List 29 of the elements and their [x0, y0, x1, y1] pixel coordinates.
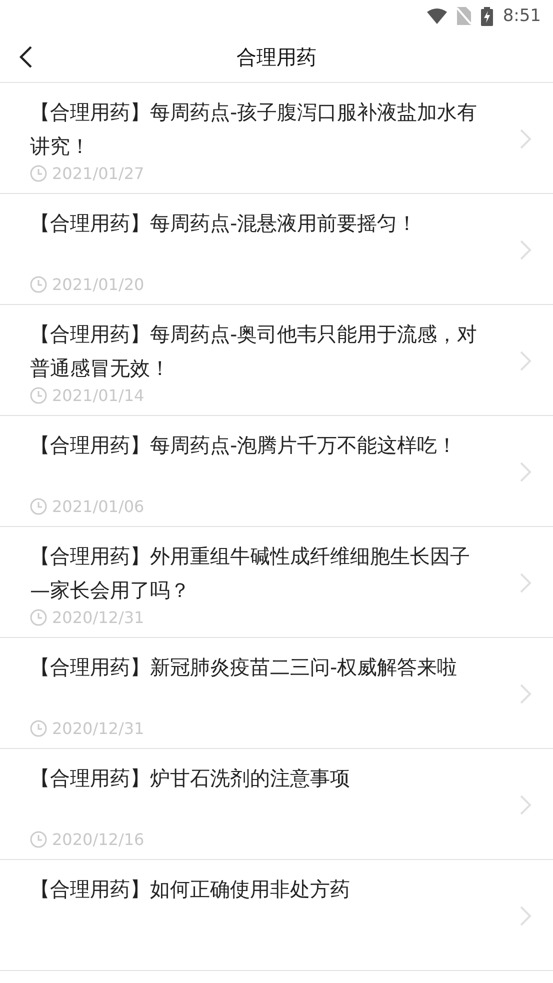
- no-sim-icon: [456, 7, 471, 25]
- clock-icon: [30, 720, 47, 737]
- page-title: 合理用药: [236, 44, 316, 70]
- article-title: 【合理用药】炉甘石洗剂的注意事项: [30, 765, 351, 792]
- chevron-icon: [519, 128, 533, 150]
- clock-icon: [30, 831, 47, 848]
- chevron-icon: [519, 905, 533, 927]
- chevron-icon: [519, 239, 533, 261]
- battery-icon: [480, 6, 493, 26]
- article-title: 【合理用药】每周药点-孩子腹泻口服补液盐加水有讲究！: [30, 99, 478, 160]
- wifi-icon: [426, 8, 447, 24]
- clock-icon: [30, 276, 47, 293]
- article-title: 【合理用药】如何正确使用非处方药: [30, 876, 351, 903]
- clock-icon: [30, 498, 47, 515]
- chevron-icon: [519, 794, 533, 816]
- article-title: 【合理用药】外用重组牛碱性成纤维细胞生长因子—家长会用了吗？: [30, 543, 471, 604]
- clock-icon: [30, 387, 47, 404]
- chevron-icon: [519, 683, 533, 705]
- clock-icon: [30, 609, 47, 626]
- clock-icon: [30, 165, 47, 182]
- chevron-icon: [519, 350, 533, 372]
- article-title: 【合理用药】新冠肺炎疫苗二三问-权威解答来啦: [30, 654, 458, 681]
- article-title: 【合理用药】每周药点-奥司他韦只能用于流感，对普通感冒无效！: [30, 321, 478, 382]
- article-title: 【合理用药】每周药点-混悬液用前要摇匀！: [30, 210, 418, 237]
- chevron-icon: [519, 461, 533, 483]
- status-time: 8:51: [502, 6, 541, 26]
- chevron-icon: [519, 572, 533, 594]
- article-item[interactable]: 【合理用药】如何正确使用非处方药: [0, 860, 553, 971]
- article-title: 【合理用药】每周药点-泡腾片千万不能这样吃！: [30, 432, 458, 459]
